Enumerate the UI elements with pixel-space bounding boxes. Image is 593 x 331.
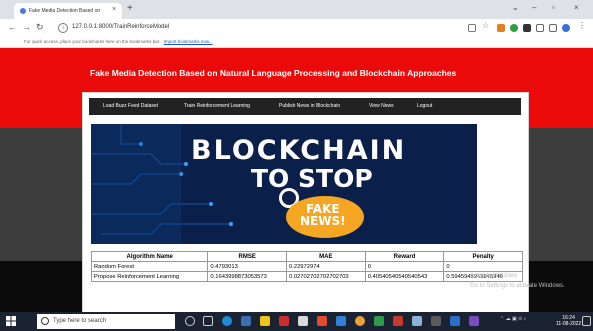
windows-start-icon[interactable] bbox=[6, 316, 16, 326]
extension-shield-icon[interactable] bbox=[510, 24, 518, 32]
table-row: Random Forest 0.4793013 0.22972974 0 0 bbox=[90, 261, 523, 272]
app-icon-red[interactable] bbox=[279, 316, 289, 326]
table-cell: 0.40540540540540543 bbox=[364, 271, 445, 282]
file-explorer-icon[interactable] bbox=[260, 316, 270, 326]
table-cell: Propose Reinforcement Learning bbox=[90, 271, 209, 282]
banner-heading-line2: TO STOP bbox=[251, 164, 373, 193]
table-row: Propose Reinforcement Learning 0.1643998… bbox=[90, 271, 523, 282]
more-menu-icon[interactable]: ⋮ bbox=[578, 21, 586, 30]
minimize-button[interactable]: – bbox=[532, 3, 536, 12]
bookmark-hint-text: For quick access, place your bookmarks h… bbox=[24, 39, 161, 44]
browser-tab-strip: Fake Media Detection Based on × + ⌄ – ▫ … bbox=[0, 0, 593, 19]
table-cell: 0 bbox=[364, 261, 445, 272]
edge-icon[interactable] bbox=[222, 316, 232, 326]
table-cell: 0.02702702702702703 bbox=[286, 271, 366, 282]
menu-view-news[interactable]: View News bbox=[369, 103, 394, 109]
tab-search-icon[interactable]: ⌄ bbox=[512, 3, 519, 12]
taskbar-search-box[interactable]: Type here to search bbox=[37, 314, 175, 329]
web-page: Fake Media Detection Based on Natural La… bbox=[0, 48, 593, 312]
close-window-button[interactable]: × bbox=[574, 3, 579, 12]
menu-load-dataset[interactable]: Load Buzz Feed Dataset bbox=[103, 103, 158, 109]
column-header: Penalty bbox=[443, 251, 523, 262]
forward-arrow-icon[interactable]: → bbox=[22, 22, 31, 32]
reading-list-icon[interactable] bbox=[536, 24, 544, 32]
address-bar[interactable]: i 127.0.0.1:8000/TrainReinforceModel bbox=[58, 22, 488, 34]
system-tray-icons[interactable]: ⌃ ☁ ▣ ⊙ ♪ bbox=[500, 316, 540, 324]
browser-toolbar: ← → ↻ i 127.0.0.1:8000/TrainReinforceMod… bbox=[0, 19, 593, 37]
menu-publish-news[interactable]: Publish News in Blockchain bbox=[279, 103, 340, 109]
table-cell: 0.4793013 bbox=[207, 261, 288, 272]
import-bookmarks-link[interactable]: Import bookmarks now... bbox=[164, 39, 213, 44]
extension-icon[interactable] bbox=[497, 24, 505, 32]
site-favicon-icon bbox=[20, 8, 26, 14]
terminal-icon[interactable] bbox=[431, 316, 441, 326]
store-icon[interactable] bbox=[241, 316, 251, 326]
extension-puzzle-icon[interactable] bbox=[523, 24, 531, 32]
column-header: MAE bbox=[286, 251, 366, 262]
browser-tab[interactable]: Fake Media Detection Based on × bbox=[14, 3, 122, 19]
site-info-icon[interactable]: i bbox=[58, 23, 68, 33]
app-icon-grey[interactable] bbox=[298, 316, 308, 326]
activate-windows-title: Activate Windows bbox=[470, 273, 518, 279]
table-cell: 0 bbox=[443, 261, 523, 272]
search-placeholder: Type here to search bbox=[53, 318, 107, 324]
table-cell: 0.1643998873053573 bbox=[207, 271, 288, 282]
table-header-row: Algorithm Name RMSE MAE Reward Penalty bbox=[90, 251, 523, 262]
notification-icon[interactable] bbox=[582, 316, 591, 326]
bookmarks-bar: For quick access, place your bookmarks h… bbox=[0, 37, 593, 48]
app-icon-navy[interactable] bbox=[450, 316, 460, 326]
windows-taskbar: Type here to search ⌃ ☁ ▣ ⊙ ♪ 16:24 11-0… bbox=[0, 312, 593, 331]
column-header: Algorithm Name bbox=[90, 251, 209, 262]
bookmark-star-icon[interactable]: ☆ bbox=[482, 21, 490, 30]
menu-logout[interactable]: Logout bbox=[417, 103, 432, 109]
page-title: Fake Media Detection Based on Natural La… bbox=[90, 68, 457, 78]
app-icon-lightblue[interactable] bbox=[412, 316, 422, 326]
blockchain-banner-image: BLOCKCHAIN TO STOP FAKE NEWS! bbox=[91, 124, 477, 244]
table-cell: 0.22972974 bbox=[286, 261, 366, 272]
profile-avatar[interactable] bbox=[562, 24, 570, 32]
side-panel-icon[interactable] bbox=[549, 24, 557, 32]
task-view-icon[interactable] bbox=[203, 316, 213, 326]
app-icon-green[interactable] bbox=[374, 316, 384, 326]
table-cell: Random Forest bbox=[90, 261, 209, 272]
fake-news-badge: FAKE NEWS! bbox=[286, 196, 364, 238]
maximize-button[interactable]: ▫ bbox=[552, 3, 555, 12]
back-arrow-icon[interactable]: ← bbox=[8, 22, 17, 32]
cortana-icon[interactable] bbox=[185, 316, 195, 326]
url-text: 127.0.0.1:8000/TrainReinforceModel bbox=[72, 24, 170, 30]
tab-title: Fake Media Detection Based on bbox=[29, 8, 101, 14]
column-header: RMSE bbox=[207, 251, 288, 262]
taskbar-clock[interactable]: 16:24 11-08-2022 bbox=[556, 315, 581, 327]
app-icon-blue[interactable] bbox=[336, 316, 346, 326]
tab-close-icon[interactable]: × bbox=[112, 6, 116, 13]
banner-heading-line1: BLOCKCHAIN bbox=[191, 135, 407, 166]
results-table: Algorithm Name RMSE MAE Reward Penalty R… bbox=[90, 251, 523, 282]
share-icon[interactable] bbox=[468, 24, 476, 32]
app-icon-purple[interactable] bbox=[469, 316, 479, 326]
pdf-reader-icon[interactable] bbox=[393, 316, 403, 326]
new-tab-button[interactable]: + bbox=[127, 3, 133, 14]
chrome-icon[interactable] bbox=[355, 316, 365, 326]
search-icon bbox=[41, 317, 49, 325]
app-icon-orange[interactable] bbox=[317, 316, 327, 326]
content-panel: Load Buzz Feed Dataset Train Reinforceme… bbox=[82, 92, 529, 312]
activate-windows-hint: Go to Settings to activate Windows. bbox=[470, 283, 565, 289]
column-header: Reward bbox=[364, 251, 445, 262]
menu-train-rl[interactable]: Train Reinforcement Learning bbox=[184, 103, 250, 109]
reload-icon[interactable]: ↻ bbox=[36, 22, 44, 33]
clock-date: 11-08-2022 bbox=[556, 321, 582, 327]
badge-line2: NEWS! bbox=[300, 214, 346, 228]
nav-menu: Load Buzz Feed Dataset Train Reinforceme… bbox=[89, 98, 521, 115]
